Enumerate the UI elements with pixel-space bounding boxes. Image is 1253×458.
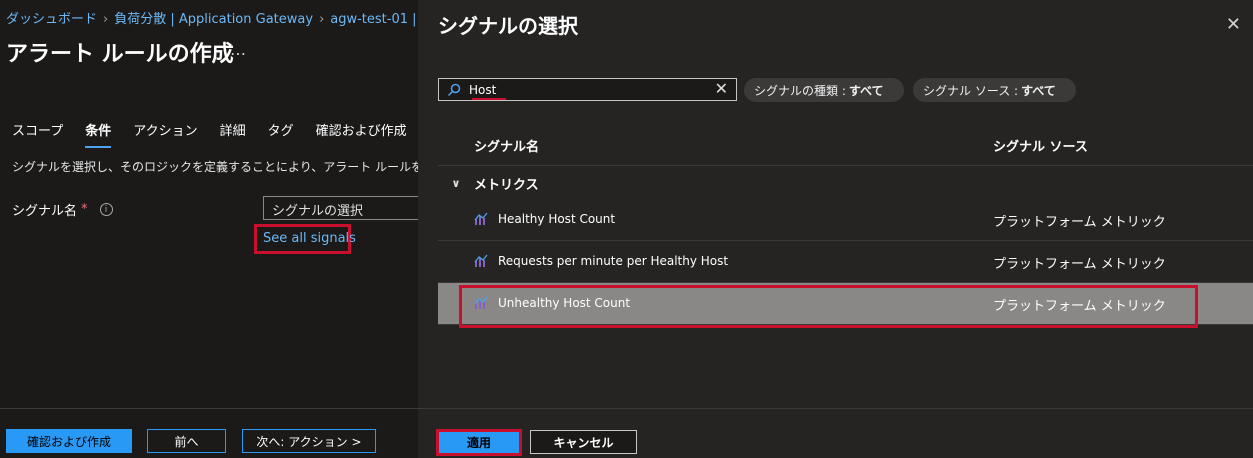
close-icon[interactable]: ✕: [1226, 14, 1241, 35]
search-term-highlight: [472, 98, 506, 100]
chevron-right-icon: ›: [103, 12, 109, 27]
signal-select-input[interactable]: シグナルの選択: [263, 196, 418, 220]
chevron-right-icon: ›: [319, 12, 325, 27]
selection-highlight-box: [459, 285, 1198, 328]
signal-type-filter[interactable]: シグナルの種類 : すべて: [744, 78, 904, 102]
metric-chart-icon: [474, 212, 488, 225]
info-icon[interactable]: i: [99, 203, 113, 216]
signal-name: Healthy Host Count: [498, 212, 616, 226]
tab-actions[interactable]: アクション: [133, 120, 197, 148]
select-signal-blade: シグナルの選択 ✕ ✕ シグナルの種類 :すべて シグナル ソース :すべて シ…: [418, 0, 1253, 458]
tab-bar: スコープ 条件 アクション 詳細 タグ 確認および作成: [12, 120, 418, 148]
condition-description: シグナルを選択し、そのロジックを定義することにより、アラート ルールをトリガーす…: [12, 160, 418, 174]
signal-name-label-row: シグナル名 * i: [12, 200, 113, 219]
signal-source: プラットフォーム メトリック: [993, 257, 1166, 272]
signal-name-label: シグナル名: [12, 204, 78, 219]
tab-scope[interactable]: スコープ: [12, 120, 63, 148]
tab-details[interactable]: 詳細: [220, 120, 246, 148]
signal-name: Requests per minute per Healthy Host: [498, 254, 729, 268]
table-row[interactable]: Requests per minute per Healthy Host プラッ…: [438, 241, 1253, 283]
required-marker: *: [81, 202, 88, 217]
signal-source-filter-value: すべて: [1021, 83, 1056, 98]
review-create-button[interactable]: 確認および作成: [6, 429, 132, 453]
tab-condition[interactable]: 条件: [85, 120, 112, 148]
divider: [0, 408, 418, 409]
group-row-metrics[interactable]: ∨ メトリクス: [438, 166, 1253, 200]
signal-source-filter[interactable]: シグナル ソース : すべて: [913, 78, 1076, 102]
divider: [418, 408, 1253, 409]
breadcrumb-dashboard[interactable]: ダッシュボード: [6, 12, 97, 27]
group-label: メトリクス: [474, 177, 539, 193]
next-actions-button[interactable]: 次へ: アクション >: [242, 429, 376, 453]
search-box: ✕: [438, 78, 737, 101]
breadcrumb-load-balancing[interactable]: 負荷分散 | Application Gateway: [114, 12, 313, 27]
alert-rule-page: ダッシュボード › 負荷分散 | Application Gateway › agw-t…: [0, 0, 418, 458]
signal-source: プラットフォーム メトリック: [993, 215, 1166, 230]
breadcrumb: ダッシュボード › 負荷分散 | Application Gateway › agw-t…: [6, 8, 418, 27]
tab-tags[interactable]: タグ: [268, 120, 294, 148]
see-all-signals-link[interactable]: See all signals: [254, 224, 356, 254]
previous-button[interactable]: 前へ: [147, 429, 226, 453]
page-title: アラート ルールの作成: [6, 42, 234, 67]
clear-icon[interactable]: ✕: [715, 79, 728, 98]
more-options-icon[interactable]: …: [230, 40, 247, 59]
blade-title: シグナルの選択: [438, 14, 578, 38]
chevron-down-icon[interactable]: ∨: [438, 177, 474, 190]
search-input[interactable]: [469, 82, 699, 97]
metric-chart-icon: [474, 254, 488, 267]
table-row[interactable]: Healthy Host Count プラットフォーム メトリック: [438, 199, 1253, 241]
table-header: シグナル名 シグナル ソース: [438, 126, 1253, 166]
breadcrumb-agw[interactable]: agw-test-01 | 警告: [330, 12, 418, 27]
cancel-button[interactable]: キャンセル: [530, 430, 637, 454]
signal-type-filter-value: すべて: [848, 83, 884, 98]
tab-review-create[interactable]: 確認および作成: [316, 120, 407, 148]
search-icon: [439, 83, 469, 97]
signal-type-filter-label: シグナルの種類 :: [754, 83, 846, 98]
column-header-signal-source[interactable]: シグナル ソース: [993, 136, 1088, 155]
signal-source-filter-label: シグナル ソース :: [923, 83, 1019, 98]
column-header-signal-name[interactable]: シグナル名: [474, 136, 539, 155]
apply-button[interactable]: 適用: [436, 429, 522, 456]
